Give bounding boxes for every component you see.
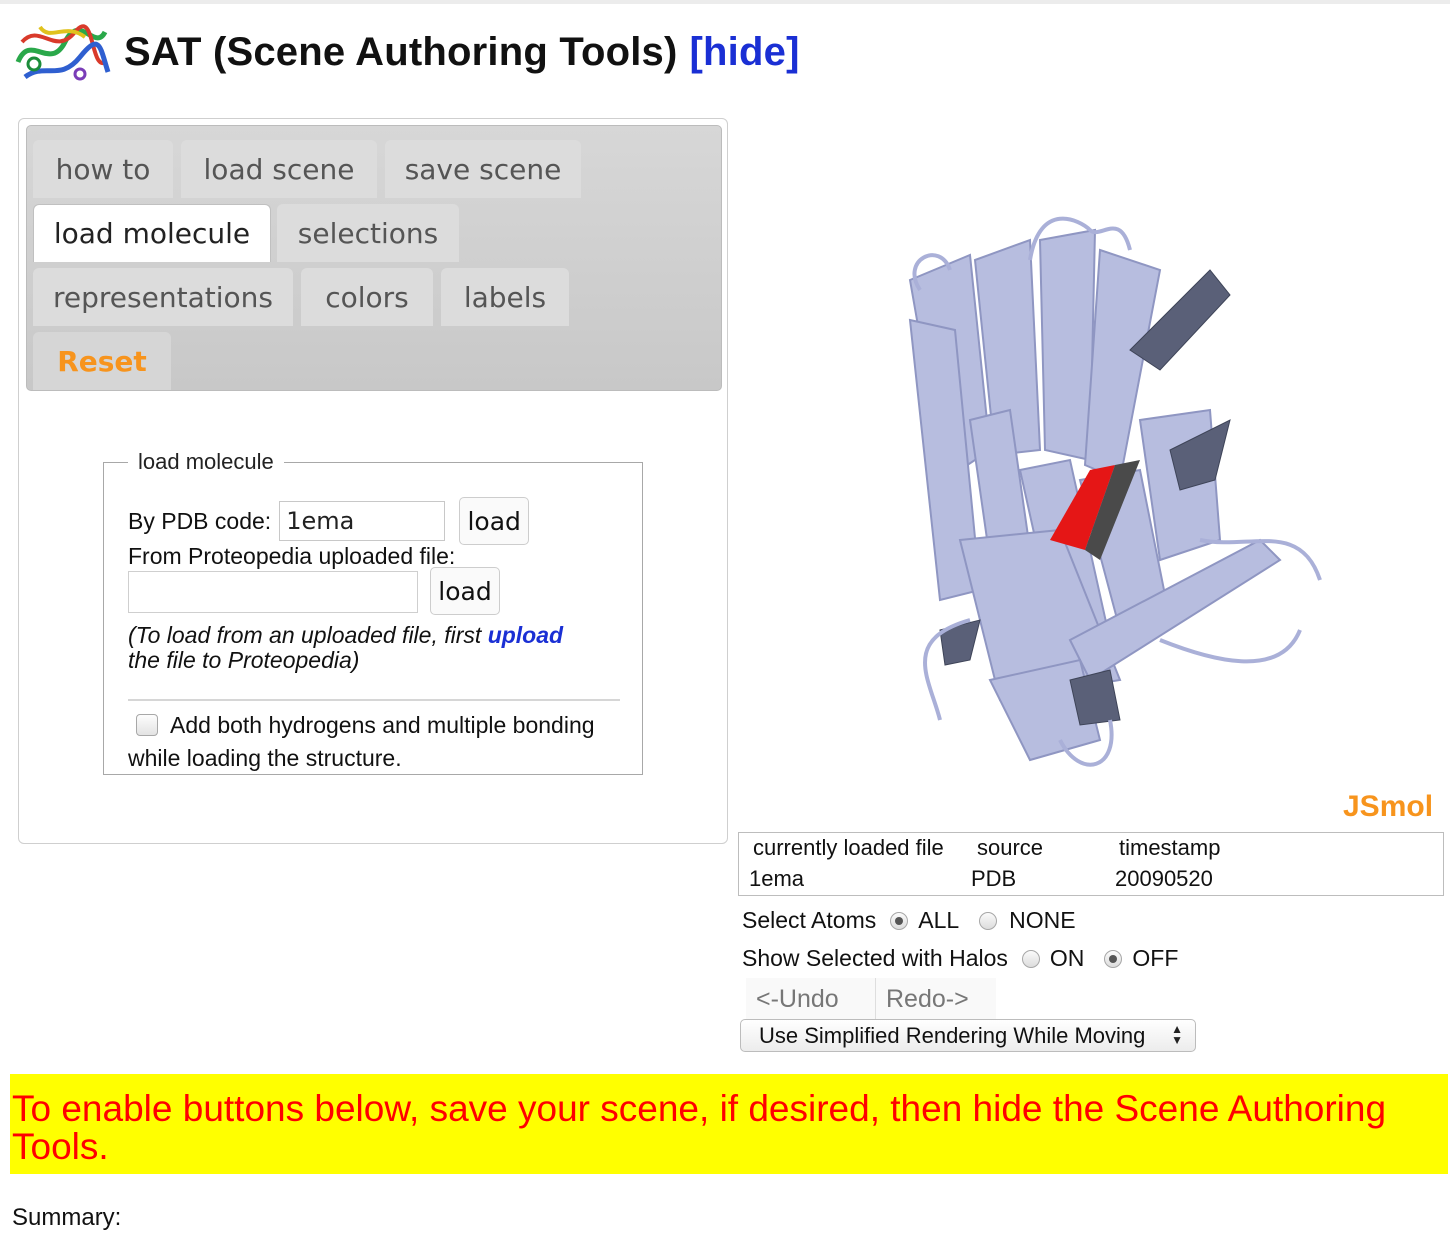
pdb-code-row: By PDB code: load: [128, 497, 530, 545]
uploaded-file-label: From Proteopedia uploaded file:: [128, 543, 456, 569]
halos-label: Show Selected with Halos: [742, 945, 1008, 971]
undo-button[interactable]: <-Undo: [746, 978, 876, 1020]
note-suffix: the file to Proteopedia): [128, 647, 360, 673]
value-timestamp: 20090520: [1115, 866, 1213, 891]
uploaded-file-input[interactable]: [128, 571, 418, 613]
halos-row: Show Selected with Halos ON OFF: [742, 945, 1178, 972]
tab-load-molecule[interactable]: load molecule: [33, 204, 271, 262]
jsmol-brand: JSmol: [1343, 790, 1434, 823]
upload-note: (To load from an uploaded file, first up…: [128, 623, 598, 673]
note-prefix: (To load from an uploaded file, first: [128, 622, 488, 648]
halos-on-label: ON: [1049, 945, 1085, 971]
rendering-select-value: Use Simplified Rendering While Moving: [759, 1022, 1146, 1048]
tab-save-scene[interactable]: save scene: [385, 140, 581, 198]
header-loaded-file: currently loaded file: [753, 835, 944, 860]
halos-off-label: OFF: [1132, 945, 1179, 971]
protein-ribbon-logo-icon: [15, 24, 111, 81]
value-source: PDB: [971, 866, 1017, 891]
pdb-code-input[interactable]: [279, 501, 446, 541]
hide-link[interactable]: [hide]: [690, 30, 800, 74]
pdb-code-label: By PDB code:: [128, 507, 272, 534]
select-all-radio[interactable]: [890, 911, 909, 930]
tab-load-scene[interactable]: load scene: [181, 140, 377, 198]
load-uploaded-button[interactable]: load: [430, 567, 500, 615]
load-molecule-legend: load molecule: [138, 449, 274, 474]
value-loaded-file: 1ema: [749, 866, 805, 891]
page-header: SAT (Scene Authoring Tools) [hide]: [10, 12, 800, 92]
sat-panel: how to load scene save scene load molecu…: [18, 118, 728, 844]
rendering-select[interactable]: Use Simplified Rendering While Moving ▲ ▼: [740, 1019, 1196, 1052]
title-text: SAT (Scene Authoring Tools): [124, 29, 678, 74]
molecule-viewer[interactable]: [740, 120, 1440, 830]
tab-representations[interactable]: representations: [33, 268, 293, 326]
tab-colors[interactable]: colors: [301, 268, 433, 326]
halos-off-radio[interactable]: [1104, 949, 1123, 968]
tab-selections[interactable]: selections: [277, 204, 459, 262]
hydrogens-checkbox[interactable]: [136, 714, 158, 736]
select-arrows-icon: ▲ ▼: [1171, 1022, 1183, 1047]
select-atoms-row: Select Atoms ALL NONE: [742, 907, 1076, 934]
top-border: [0, 0, 1450, 4]
upload-link[interactable]: upload: [488, 622, 563, 648]
hydrogens-label: Add both hydrogens and multiple bonding …: [128, 712, 595, 771]
summary-label: Summary:: [12, 1204, 122, 1231]
select-atoms-label: Select Atoms: [742, 907, 877, 933]
warning-banner: To enable buttons below, save your scene…: [10, 1074, 1448, 1174]
file-info-table: currently loaded file source timestamp 1…: [738, 832, 1444, 896]
select-none-label: NONE: [1009, 907, 1076, 933]
reset-button[interactable]: Reset: [33, 332, 171, 390]
tab-labels[interactable]: labels: [441, 268, 569, 326]
header-source: source: [977, 835, 1044, 860]
tab-bar: how to load scene save scene load molecu…: [26, 125, 722, 391]
halos-on-radio[interactable]: [1021, 949, 1040, 968]
select-all-label: ALL: [918, 907, 960, 933]
redo-button[interactable]: Redo->: [876, 978, 996, 1020]
load-molecule-fieldset: load molecule By PDB code: load From Pro…: [103, 449, 643, 775]
fieldset-divider: [128, 699, 620, 701]
page-title: SAT (Scene Authoring Tools) [hide]: [124, 30, 800, 75]
tab-how-to[interactable]: how to: [33, 140, 173, 198]
hydrogens-option: Add both hydrogens and multiple bonding …: [128, 709, 628, 775]
select-none-radio[interactable]: [979, 911, 998, 930]
header-timestamp: timestamp: [1119, 835, 1221, 860]
load-pdb-button[interactable]: load: [459, 497, 530, 545]
